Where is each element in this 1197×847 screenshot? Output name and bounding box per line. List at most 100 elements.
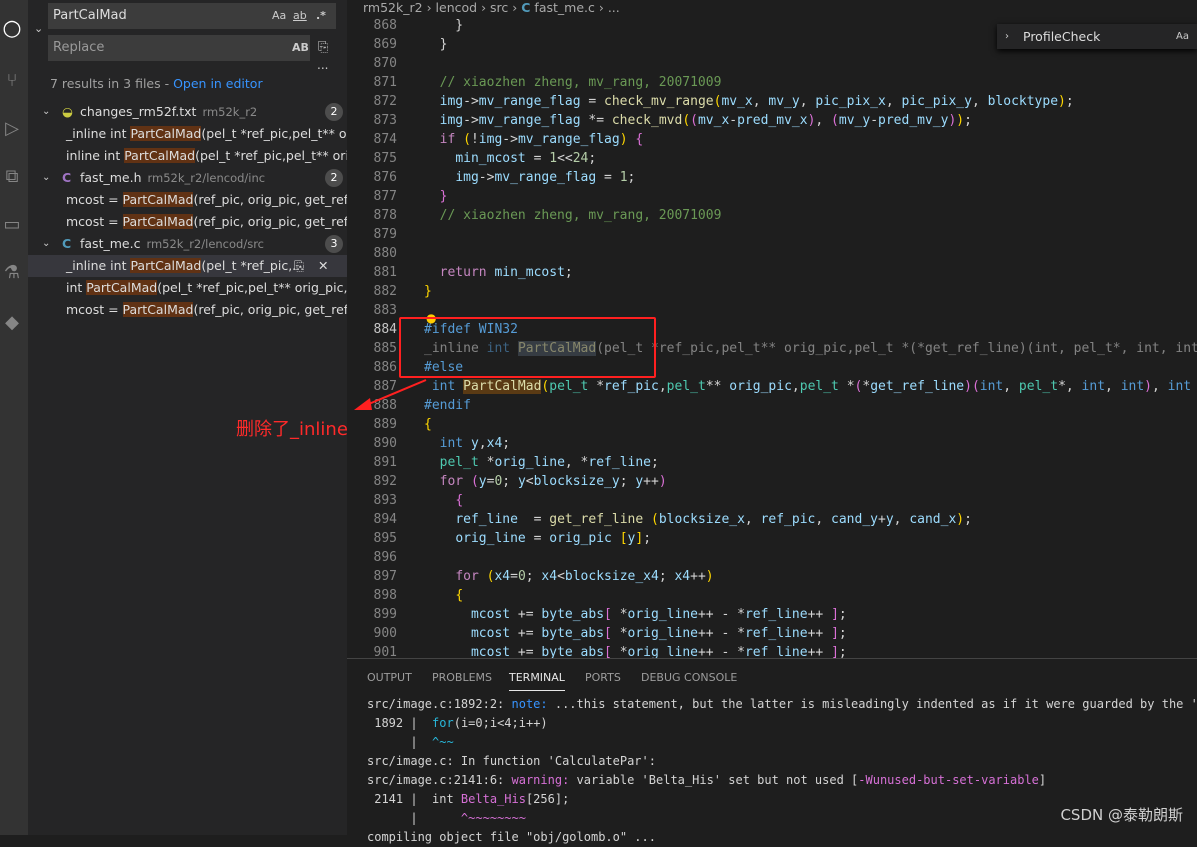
more-options-button[interactable]: ...: [317, 58, 328, 72]
code-line[interactable]: 895 orig_line = orig_pic [y];: [347, 529, 1197, 548]
code-line[interactable]: 901 mcost += byte_abs[ *orig_line++ - *r…: [347, 643, 1197, 658]
code-line[interactable]: 896: [347, 548, 1197, 567]
result-file[interactable]: ⌄ Cfast_me.h rm52k_r2/lencod/inc 2: [28, 167, 347, 189]
search-input[interactable]: PartCalMad Aa ab .*: [48, 3, 336, 29]
testing-icon[interactable]: ⚗: [0, 262, 24, 286]
find-widget[interactable]: › ProfileCheck Aa: [997, 24, 1197, 49]
replace-icon[interactable]: ⎘: [294, 255, 304, 277]
match-case-toggle[interactable]: Aa: [1176, 24, 1189, 49]
search-icon[interactable]: ○: [0, 16, 24, 41]
code-line[interactable]: 891 pel_t *orig_line, *ref_line;: [347, 453, 1197, 472]
code-token: get_ref_line: [549, 512, 644, 527]
panel-tab[interactable]: PROBLEMS: [432, 671, 492, 684]
code-token: check_mvd: [611, 113, 683, 128]
line-number: 901: [373, 645, 397, 658]
code-line[interactable]: 872 img->mv_range_flag = check_mv_range(…: [347, 92, 1197, 111]
code-token: *: [588, 379, 605, 394]
code-token: ,: [1152, 379, 1168, 394]
breadcrumb-item[interactable]: fast_me.c: [534, 0, 594, 15]
code-line[interactable]: 899 mcost += byte_abs[ *orig_line++ - *r…: [347, 605, 1197, 624]
code-line[interactable]: 892 for (y=0; y<blocksize_y; y++): [347, 472, 1197, 491]
code-line[interactable]: 879: [347, 225, 1197, 244]
terminal-token: 1892 |: [367, 716, 433, 730]
code-line[interactable]: 870: [347, 54, 1197, 73]
replace-input[interactable]: Replace AB: [48, 35, 310, 61]
code-line[interactable]: 890 int y,x4;: [347, 434, 1197, 453]
code-line[interactable]: 888 #endif: [347, 396, 1197, 415]
code-line[interactable]: 900 mcost += byte_abs[ *orig_line++ - *r…: [347, 624, 1197, 643]
terminal-line: src/image.c:1892:2: note: ...this statem…: [367, 695, 1197, 714]
code-line[interactable]: 875 min_mcost = 1<<24;: [347, 149, 1197, 168]
source-control-icon[interactable]: ⑂: [0, 70, 24, 94]
code-line[interactable]: 897 for (x4=0; x4<blocksize_x4; x4++): [347, 567, 1197, 586]
code-token: mcost: [470, 626, 511, 641]
code-token: // xiaozhen zheng, mv_rang, 20071009: [424, 208, 722, 223]
result-match[interactable]: mcost = PartCalMad(ref_pic, orig_pic, ge…: [28, 211, 347, 233]
match-text: mcost =: [66, 302, 123, 317]
terminal-token: ^~~~~~~~~: [460, 811, 526, 825]
result-match[interactable]: _inline int PartCalMad(pel_t *ref_pic,..…: [28, 255, 347, 277]
dismiss-icon[interactable]: ✕: [318, 255, 328, 277]
line-number: 873: [373, 113, 397, 128]
result-match[interactable]: int PartCalMad(pel_t *ref_pic,pel_t** or…: [28, 277, 347, 299]
chevron-right-icon[interactable]: ›: [1005, 24, 1009, 49]
match-case-toggle[interactable]: Aa: [272, 3, 286, 29]
regex-toggle[interactable]: .*: [316, 3, 326, 29]
code-token: ++: [807, 626, 832, 641]
run-debug-icon[interactable]: ▷: [0, 118, 24, 142]
replace-all-icon[interactable]: ⎘: [318, 40, 328, 55]
code-line[interactable]: 880: [347, 244, 1197, 263]
code-line[interactable]: 887 int PartCalMad(pel_t *ref_pic,pel_t*…: [347, 377, 1197, 396]
preserve-case-toggle[interactable]: AB: [292, 35, 309, 61]
code-line[interactable]: 871 // xiaozhen zheng, mv_rang, 20071009: [347, 73, 1197, 92]
code-line[interactable]: 894 ref_line = get_ref_line (blocksize_x…: [347, 510, 1197, 529]
code-line[interactable]: 882}: [347, 282, 1197, 301]
match-text: mcost =: [66, 214, 123, 229]
breadcrumb-item[interactable]: rm52k_r2: [363, 0, 423, 15]
panel-tab[interactable]: PORTS: [585, 671, 621, 684]
chevron-down-icon[interactable]: ⌄: [42, 101, 50, 123]
code-token: for: [439, 474, 464, 489]
result-file[interactable]: ⌄ Cfast_me.c rm52k_r2/lencod/src 3: [28, 233, 347, 255]
result-match[interactable]: _inline int PartCalMad(pel_t *ref_pic,pe…: [28, 123, 347, 145]
code-line[interactable]: 874 if (!img->mv_range_flag) {: [347, 130, 1197, 149]
panel-tab[interactable]: OUTPUT: [367, 671, 412, 684]
result-file[interactable]: ⌄ ◒ changes_rm52f.txt rm52k_r2 2: [28, 101, 347, 123]
code-token: mcost: [470, 607, 511, 622]
code-line[interactable]: 873 img->mv_range_flag *= check_mvd((mv_…: [347, 111, 1197, 130]
result-match[interactable]: mcost = PartCalMad(ref_pic, orig_pic, ge…: [28, 189, 347, 211]
panel-tab[interactable]: DEBUG CONSOLE: [641, 671, 737, 684]
code-line[interactable]: 876 img->mv_range_flag = 1;: [347, 168, 1197, 187]
open-in-editor-link[interactable]: Open in editor: [173, 76, 263, 91]
code-token: *: [611, 607, 628, 622]
breadcrumb-item[interactable]: ...: [608, 0, 620, 15]
find-input[interactable]: ProfileCheck: [1023, 24, 1100, 49]
code-line[interactable]: 881 return min_mcost;: [347, 263, 1197, 282]
code-token: ,: [893, 512, 910, 527]
breadcrumb-item[interactable]: src: [490, 0, 508, 15]
git-lens-icon[interactable]: ◆: [0, 312, 24, 336]
result-match[interactable]: inline int PartCalMad(pel_t *ref_pic,pel…: [28, 145, 347, 167]
code-line[interactable]: 893 {: [347, 491, 1197, 510]
code-line[interactable]: 877 }: [347, 187, 1197, 206]
code-token: pred_mv_y: [878, 113, 949, 128]
code-line[interactable]: 889 {: [347, 415, 1197, 434]
breadcrumb-item[interactable]: lencod: [436, 0, 478, 15]
toggle-replace-chevron-icon[interactable]: ⌄: [34, 22, 43, 35]
extensions-icon[interactable]: ⧉: [0, 166, 24, 190]
code-line[interactable]: 898 {: [347, 586, 1197, 605]
code-token: orig_line: [627, 626, 698, 641]
line-number: 893: [373, 493, 397, 508]
chevron-down-icon[interactable]: ⌄: [42, 233, 50, 255]
line-number: 894: [373, 512, 397, 527]
remote-explorer-icon[interactable]: ▭: [0, 214, 24, 238]
whole-word-toggle[interactable]: ab: [293, 3, 307, 29]
code-token: (: [831, 113, 839, 128]
code-token: *,: [1058, 379, 1082, 394]
code-line[interactable]: 878 // xiaozhen zheng, mv_rang, 20071009: [347, 206, 1197, 225]
line-number: 875: [373, 151, 397, 166]
chevron-down-icon[interactable]: ⌄: [42, 167, 50, 189]
result-match[interactable]: mcost = PartCalMad(ref_pic, orig_pic, ge…: [28, 299, 347, 321]
panel-tab[interactable]: TERMINAL: [509, 671, 565, 691]
